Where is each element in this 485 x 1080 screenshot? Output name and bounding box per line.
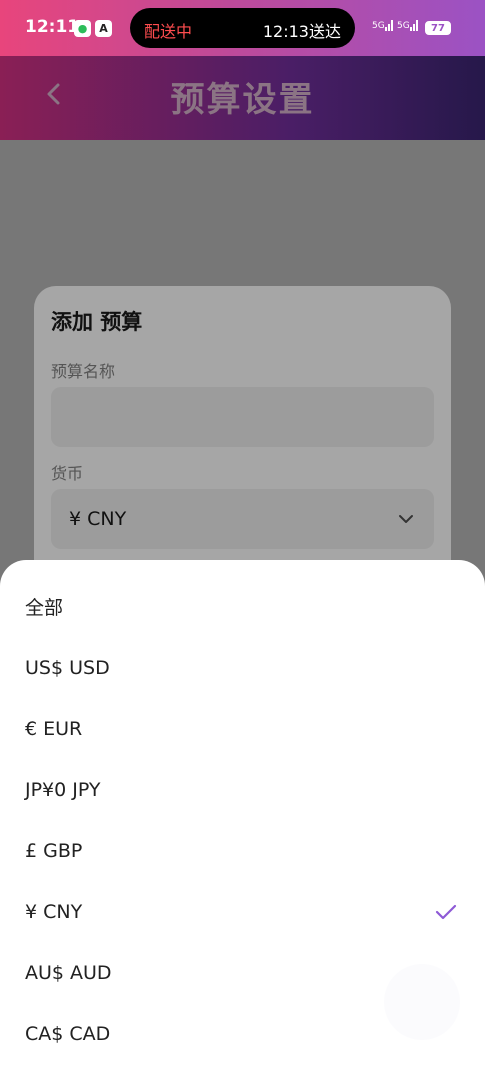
check-icon [435, 904, 457, 919]
currency-option-selected[interactable]: ¥ CNY [0, 881, 485, 942]
delivery-eta: 12:13送达 [262, 22, 341, 41]
app-header: 预算设置 [0, 56, 485, 140]
page-title: 预算设置 [170, 80, 315, 120]
currency-option-label: AU$ AUD [25, 961, 112, 984]
status-time: 12:11 [25, 17, 80, 37]
wechat-icon: ● [74, 20, 91, 37]
currency-option-label: £ GBP [25, 839, 83, 862]
signal-icon: 5G [372, 17, 395, 31]
signal-label: 5G [397, 21, 410, 31]
currency-option-label: JP¥0 JPY [25, 778, 101, 801]
budget-name-label: 预算名称 [51, 362, 116, 381]
notification-app-icon: A [95, 20, 112, 37]
currency-option[interactable]: € EUR [0, 698, 485, 759]
currency-option-label: € EUR [25, 717, 83, 740]
currency-option-label: 全部 [25, 597, 64, 619]
currency-option[interactable]: £ GBP [0, 820, 485, 881]
currency-option-label: CA$ CAD [25, 1022, 111, 1045]
currency-option[interactable]: JP¥0 JPY [0, 759, 485, 820]
currency-select[interactable]: ¥ CNY [51, 489, 434, 549]
delivery-status: 配送中 [144, 22, 193, 41]
signal-label: 5G [372, 21, 385, 31]
currency-option[interactable]: CA$ CAD [0, 1003, 485, 1064]
currency-label: 货币 [51, 464, 84, 483]
currency-option[interactable]: US$ USD [0, 637, 485, 698]
chevron-down-icon [399, 515, 413, 523]
currency-option-label: US$ USD [25, 656, 110, 679]
signal-icon: 5G [397, 17, 420, 31]
currency-option[interactable]: 全部 [0, 576, 485, 637]
currency-select-value: ¥ CNY [69, 508, 127, 530]
dynamic-island[interactable]: 配送中 12:13送达 [130, 8, 355, 48]
battery-icon: 77 [425, 21, 451, 35]
currency-option-label: ¥ CNY [25, 900, 83, 923]
status-bar: 12:11 ● A 配送中 12:13送达 5G 5G 77 [0, 0, 485, 56]
card-title: 添加 预算 [51, 310, 143, 334]
currency-picker-sheet: 全部 US$ USD € EUR JP¥0 JPY £ GBP ¥ CNY AU… [0, 560, 485, 1080]
budget-name-input[interactable] [51, 387, 434, 447]
